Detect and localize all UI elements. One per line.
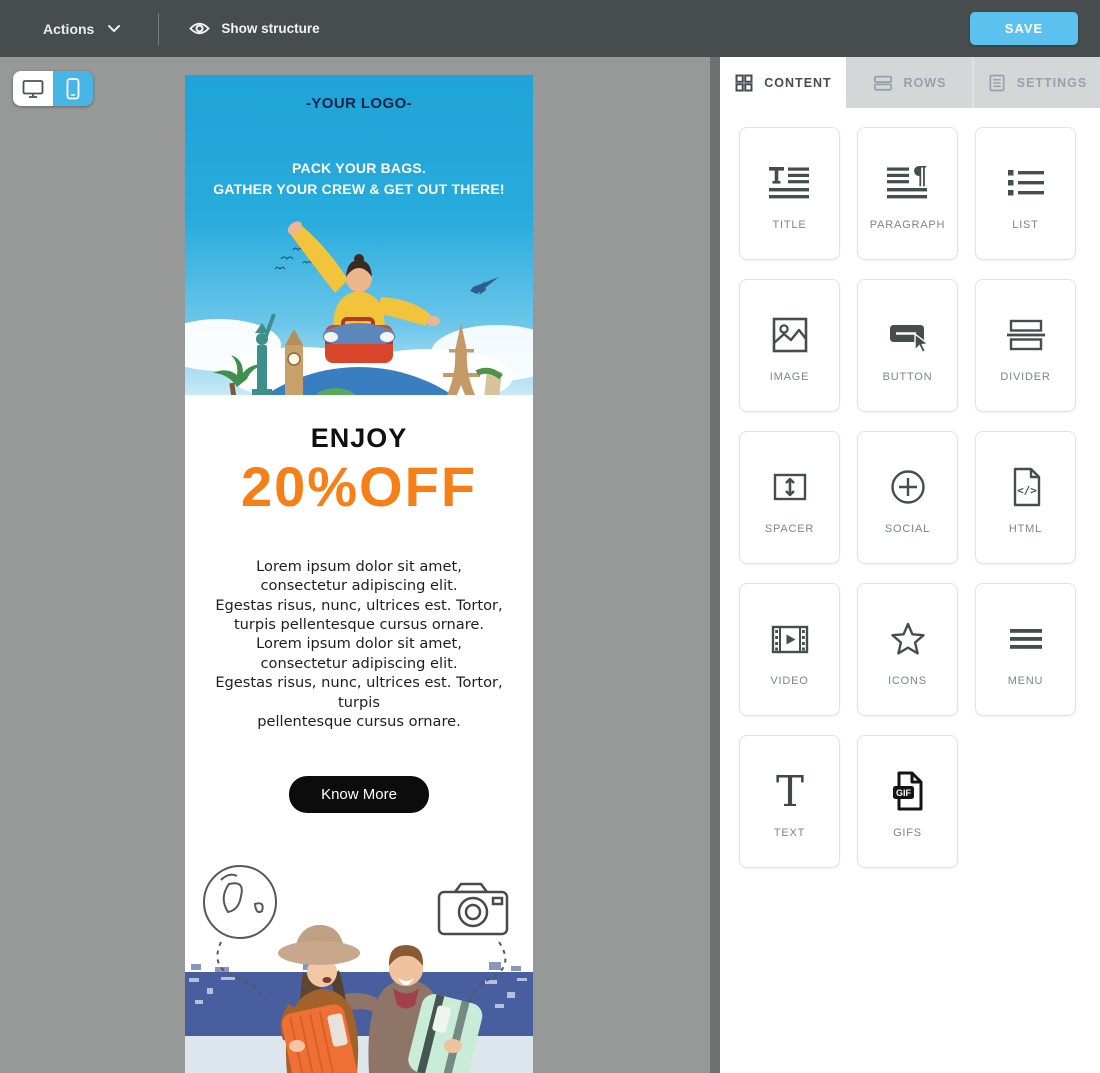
tile-social-label: SOCIAL [875, 522, 940, 537]
show-structure-label: Show structure [221, 21, 319, 36]
content-panel: CONTENT ROWS SETTINGS [720, 57, 1100, 1073]
save-button[interactable]: SAVE [970, 12, 1078, 45]
tab-settings-label: SETTINGS [1017, 76, 1088, 90]
tile-gifs-label: GIFS [883, 826, 932, 841]
tile-video-label: VIDEO [760, 674, 818, 689]
tile-text[interactable]: T TEXT [739, 735, 840, 868]
tile-text-label: TEXT [764, 826, 815, 841]
chevron-down-icon [108, 25, 120, 33]
tile-title[interactable]: TITLE [739, 127, 840, 260]
show-structure-toggle[interactable]: Show structure [189, 21, 319, 36]
canvas-panel-divider [710, 57, 720, 1073]
list-icon [1003, 128, 1049, 206]
editor-canvas: -YOUR LOGO- PACK YOUR BAGS. GATHER YOUR … [0, 57, 710, 1073]
tile-spacer-label: SPACER [755, 522, 824, 537]
email-hero-block[interactable]: -YOUR LOGO- PACK YOUR BAGS. GATHER YOUR … [185, 75, 533, 395]
tile-paragraph-label: PARAGRAPH [860, 218, 955, 233]
desktop-preview-button[interactable] [13, 71, 53, 106]
tile-html[interactable]: </> HTML [975, 431, 1076, 564]
button-icon [885, 280, 931, 358]
tile-button-label: BUTTON [873, 370, 943, 385]
social-icon [885, 432, 931, 510]
text-icon: T [767, 736, 813, 814]
tile-paragraph[interactable]: ¶ PARAGRAPH [857, 127, 958, 260]
tile-icons-label: ICONS [878, 674, 937, 689]
toolbar-divider [158, 13, 159, 45]
content-tiles-grid: TITLE ¶ PARAGRAPH [720, 108, 1100, 868]
email-logo-text[interactable]: -YOUR LOGO- [185, 75, 533, 112]
tab-rows[interactable]: ROWS [846, 57, 972, 108]
email-body-block: ENJOY 20%OFF Lorem ipsum dolor sit amet,… [185, 395, 533, 850]
tile-social[interactable]: SOCIAL [857, 431, 958, 564]
email-footer-block[interactable] [185, 850, 533, 1073]
svg-text:¶: ¶ [912, 161, 927, 190]
hero-travel-image[interactable] [185, 195, 533, 395]
paragraph-icon: ¶ [885, 128, 931, 206]
tile-icons[interactable]: ICONS [857, 583, 958, 716]
settings-doc-icon [987, 73, 1007, 93]
tile-menu-label: MENU [998, 674, 1054, 689]
image-icon [767, 280, 813, 358]
device-preview-toggle [13, 71, 93, 106]
rows-icon [872, 73, 894, 93]
gif-icon: GIF [885, 736, 931, 814]
tab-settings[interactable]: SETTINGS [972, 57, 1100, 108]
email-offer-title[interactable]: 20%OFF [185, 458, 533, 517]
tile-gifs[interactable]: GIF GIFS [857, 735, 958, 868]
svg-text:T: T [775, 768, 803, 814]
know-more-button[interactable]: Know More [289, 776, 429, 813]
tile-divider[interactable]: DIVIDER [975, 279, 1076, 412]
actions-label: Actions [43, 21, 94, 37]
menu-icon [1003, 584, 1049, 662]
email-preview: -YOUR LOGO- PACK YOUR BAGS. GATHER YOUR … [185, 75, 533, 1073]
panel-tab-bar: CONTENT ROWS SETTINGS [720, 57, 1100, 108]
title-icon [767, 128, 813, 206]
top-toolbar: Actions Show structure SAVE [0, 0, 1100, 57]
star-icon [885, 584, 931, 662]
tile-image-label: IMAGE [760, 370, 819, 385]
mobile-preview-button[interactable] [53, 71, 93, 106]
email-enjoy-title[interactable]: ENJOY [185, 423, 533, 454]
tile-video[interactable]: VIDEO [739, 583, 840, 716]
tile-image[interactable]: IMAGE [739, 279, 840, 412]
tile-spacer[interactable]: SPACER [739, 431, 840, 564]
svg-text:</>: </> [1017, 484, 1037, 497]
monitor-icon [21, 78, 45, 100]
html-icon: </> [1003, 432, 1049, 510]
eye-icon [189, 21, 210, 36]
grid-icon [734, 73, 754, 93]
divider-icon [1003, 280, 1049, 358]
tile-list[interactable]: LIST [975, 127, 1076, 260]
tab-rows-label: ROWS [904, 76, 947, 90]
email-paragraph[interactable]: Lorem ipsum dolor sit amet, consectetur … [185, 557, 533, 732]
tile-title-label: TITLE [763, 218, 817, 233]
couple-travel-image [185, 850, 533, 1073]
tab-content-label: CONTENT [764, 76, 831, 90]
spacer-icon [767, 432, 813, 510]
video-icon [767, 584, 813, 662]
tile-divider-label: DIVIDER [990, 370, 1060, 385]
svg-text:GIF: GIF [896, 788, 912, 798]
smartphone-icon [62, 77, 84, 101]
tile-button[interactable]: BUTTON [857, 279, 958, 412]
tile-menu[interactable]: MENU [975, 583, 1076, 716]
tile-list-label: LIST [1002, 218, 1048, 233]
tile-html-label: HTML [999, 522, 1052, 537]
tab-content[interactable]: CONTENT [720, 57, 846, 108]
email-headline[interactable]: PACK YOUR BAGS. GATHER YOUR CREW & GET O… [185, 158, 533, 200]
actions-menu-button[interactable]: Actions [43, 21, 120, 37]
